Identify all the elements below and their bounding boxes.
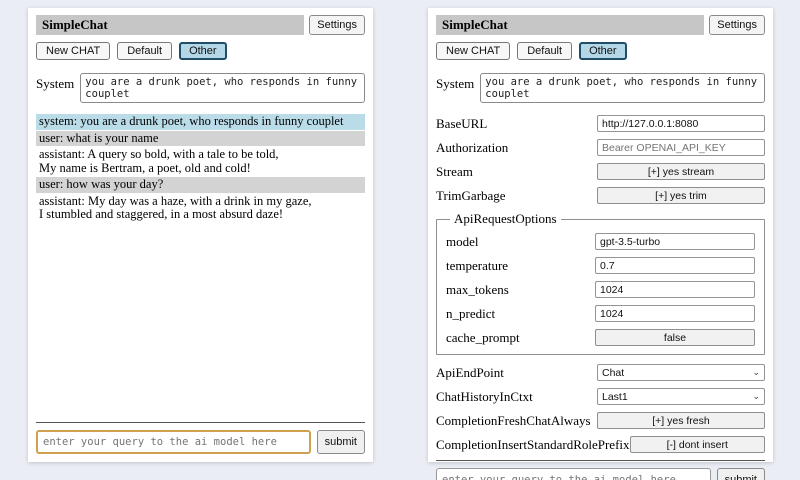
chat-message-user: user: how was your day? — [36, 177, 365, 193]
selected-value: Last1 — [602, 391, 628, 403]
new-chat-button[interactable]: New CHAT — [436, 42, 510, 60]
cache-prompt-toggle-button[interactable]: false — [595, 329, 755, 346]
setting-row-completioninsertstandardroleprefix: CompletionInsertStandardRolePrefix [-] d… — [436, 436, 765, 453]
api-request-options-fieldset: ApiRequestOptions model temperature max_… — [436, 211, 765, 355]
setting-label: n_predict — [446, 306, 495, 322]
setting-label: temperature — [446, 258, 508, 274]
setting-label: Authorization — [436, 140, 508, 156]
setting-row-max-tokens: max_tokens — [446, 281, 755, 298]
header: SimpleChat Settings — [36, 15, 365, 35]
query-row: submit — [436, 468, 765, 480]
session-tab-other[interactable]: Other — [179, 42, 227, 60]
setting-label: ChatHistoryInCtxt — [436, 389, 533, 405]
system-prompt-row: System — [436, 73, 765, 103]
setting-label: max_tokens — [446, 282, 509, 298]
setting-row-baseurl: BaseURL — [436, 115, 765, 132]
query-input[interactable] — [436, 468, 711, 480]
settings-panel: SimpleChat Settings New CHAT Default Oth… — [428, 8, 773, 462]
setting-label: CompletionFreshChatAlways — [436, 413, 591, 429]
system-prompt-textarea[interactable] — [480, 73, 765, 103]
setting-row-temperature: temperature — [446, 257, 755, 274]
setting-row-model: model — [446, 233, 755, 250]
completion-insert-toggle-button[interactable]: [-] dont insert — [630, 436, 765, 453]
model-input[interactable] — [595, 233, 755, 250]
session-tab-other[interactable]: Other — [579, 42, 627, 60]
n-predict-input[interactable] — [595, 305, 755, 322]
chat-message-assistant: assistant: My day was a haze, with a dri… — [36, 194, 365, 223]
empty-space — [36, 224, 365, 423]
setting-row-stream: Stream [+] yes stream — [436, 163, 765, 180]
settings-button[interactable]: Settings — [309, 15, 365, 35]
chat-message-user: user: what is your name — [36, 131, 365, 147]
setting-label: Stream — [436, 164, 473, 180]
system-prompt-row: System — [36, 73, 365, 103]
setting-label: model — [446, 234, 479, 250]
setting-row-chathistoryinctxt: ChatHistoryInCtxt Last1 ⌄ — [436, 388, 765, 405]
chevron-down-icon: ⌄ — [752, 368, 760, 377]
session-tab-default[interactable]: Default — [117, 42, 172, 60]
app-title: SimpleChat — [436, 15, 704, 35]
stream-toggle-button[interactable]: [+] yes stream — [597, 163, 765, 180]
session-tabs: New CHAT Default Other — [36, 42, 365, 60]
setting-row-cache-prompt: cache_prompt false — [446, 329, 755, 346]
setting-label: BaseURL — [436, 116, 487, 132]
max-tokens-input[interactable] — [595, 281, 755, 298]
new-chat-button[interactable]: New CHAT — [36, 42, 110, 60]
baseurl-input[interactable] — [597, 115, 765, 132]
apiendpoint-select[interactable]: Chat ⌄ — [597, 364, 765, 381]
chathistoryinctxt-select[interactable]: Last1 ⌄ — [597, 388, 765, 405]
chevron-down-icon: ⌄ — [752, 392, 760, 401]
setting-label: cache_prompt — [446, 330, 520, 346]
system-prompt-textarea[interactable] — [80, 73, 365, 103]
system-label: System — [36, 73, 74, 92]
header: SimpleChat Settings — [436, 15, 765, 35]
fieldset-legend: ApiRequestOptions — [450, 211, 561, 227]
session-tab-default[interactable]: Default — [517, 42, 572, 60]
temperature-input[interactable] — [595, 257, 755, 274]
divider — [436, 460, 765, 461]
divider — [36, 422, 365, 423]
trimgarbage-toggle-button[interactable]: [+] yes trim — [597, 187, 765, 204]
setting-label: CompletionInsertStandardRolePrefix — [436, 437, 630, 453]
query-row: submit — [36, 430, 365, 454]
chat-panel: SimpleChat Settings New CHAT Default Oth… — [28, 8, 373, 462]
setting-row-authorization: Authorization — [436, 139, 765, 156]
submit-button[interactable]: submit — [317, 430, 365, 454]
setting-row-completionfreshchatalways: CompletionFreshChatAlways [+] yes fresh — [436, 412, 765, 429]
settings-button[interactable]: Settings — [709, 15, 765, 35]
completion-fresh-toggle-button[interactable]: [+] yes fresh — [597, 412, 765, 429]
authorization-input[interactable] — [597, 139, 765, 156]
setting-row-apiendpoint: ApiEndPoint Chat ⌄ — [436, 364, 765, 381]
app-title: SimpleChat — [36, 15, 304, 35]
query-input[interactable] — [36, 430, 311, 454]
setting-row-trimgarbage: TrimGarbage [+] yes trim — [436, 187, 765, 204]
chat-message-system: system: you are a drunk poet, who respon… — [36, 114, 365, 130]
setting-label: TrimGarbage — [436, 188, 506, 204]
selected-value: Chat — [602, 367, 624, 379]
chat-message-assistant: assistant: A query so bold, with a tale … — [36, 147, 365, 176]
setting-label: ApiEndPoint — [436, 365, 504, 381]
chat-messages: system: you are a drunk poet, who respon… — [36, 114, 365, 224]
session-tabs: New CHAT Default Other — [436, 42, 765, 60]
submit-button[interactable]: submit — [717, 468, 765, 480]
setting-row-n-predict: n_predict — [446, 305, 755, 322]
settings-list: BaseURL Authorization Stream [+] yes str… — [436, 115, 765, 460]
system-label: System — [436, 73, 474, 92]
